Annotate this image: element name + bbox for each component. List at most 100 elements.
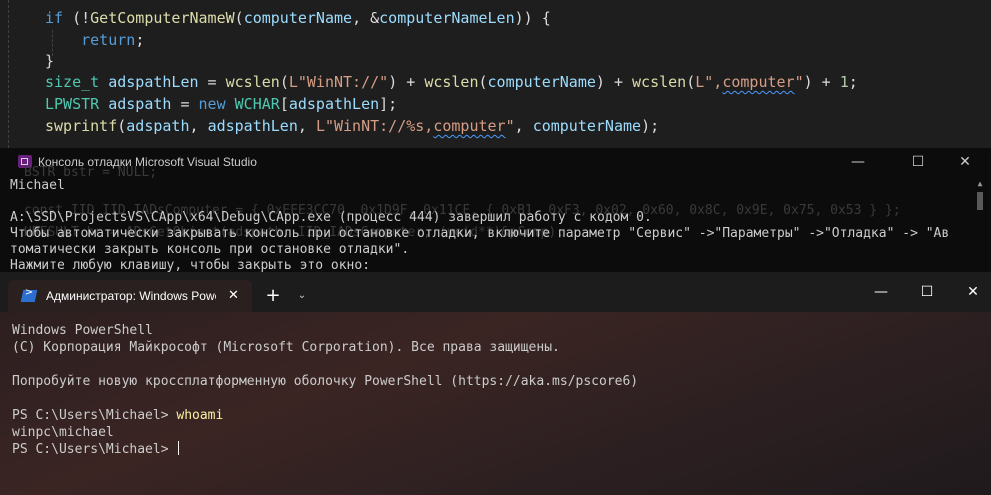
debug-close-button[interactable]: ✕ bbox=[942, 148, 988, 176]
terminal-line: PS C:\Users\Michael> whoami bbox=[12, 407, 223, 424]
console-line: A:\SSD\ProjectsVS\CApp\x64\Debug\CApp.ex… bbox=[10, 210, 652, 225]
code-token: ; bbox=[135, 31, 145, 49]
console-line: Чтобы автоматически закрывать консоль пр… bbox=[10, 226, 950, 241]
code-line: return; bbox=[45, 29, 144, 51]
code-token: wcslen bbox=[632, 73, 687, 91]
terminal-prompt: PS C:\Users\Michael> bbox=[12, 408, 177, 423]
code-token: , & bbox=[352, 9, 380, 27]
minimize-icon: — bbox=[874, 284, 888, 300]
code-token: ( bbox=[478, 73, 488, 91]
tab-close-button[interactable]: ✕ bbox=[228, 280, 239, 312]
powershell-icon bbox=[20, 290, 38, 302]
terminal-prompt: PS C:\Users\Michael> bbox=[12, 442, 177, 457]
code-token: wcslen bbox=[424, 73, 479, 91]
code-token: adspathLen bbox=[207, 117, 298, 135]
tab-dropdown-chevron-down-icon[interactable]: ⌄ bbox=[294, 280, 310, 312]
terminal-minimize-button[interactable]: — bbox=[856, 272, 906, 312]
code-editor[interactable]: if (!GetComputerNameW(computerName, &com… bbox=[0, 0, 991, 148]
code-token: L"WinNT://" bbox=[288, 73, 389, 91]
maximize-icon: ☐ bbox=[911, 154, 925, 170]
close-icon: ✕ bbox=[967, 284, 979, 300]
code-token: ) + bbox=[803, 73, 840, 91]
code-token: adspathLen bbox=[288, 95, 380, 113]
code-token: adspathLen bbox=[108, 73, 199, 91]
code-token: if bbox=[45, 9, 64, 27]
terminal-line: winpc\michael bbox=[12, 425, 114, 440]
new-tab-button[interactable]: + bbox=[262, 280, 284, 312]
close-icon: ✕ bbox=[959, 154, 971, 170]
code-token: , bbox=[297, 117, 316, 135]
code-token: GetComputerNameW bbox=[90, 9, 235, 27]
code-token: WCHAR bbox=[234, 95, 280, 113]
code-token: computerNameLen bbox=[379, 9, 515, 27]
maximize-icon: ☐ bbox=[920, 284, 934, 300]
code-token: computerName bbox=[243, 9, 353, 27]
code-token: swprintf bbox=[45, 117, 118, 135]
scrollbar-thumb[interactable] bbox=[977, 192, 983, 210]
terminal-line: PS C:\Users\Michael> bbox=[12, 441, 180, 458]
code-token: " bbox=[794, 73, 804, 91]
code-token: ); bbox=[641, 117, 660, 135]
code-token: ( bbox=[686, 73, 696, 91]
terminal-window[interactable]: Администратор: Windows PowerShell ✕ + ⌄ … bbox=[0, 272, 991, 495]
code-token: ) + bbox=[595, 73, 633, 91]
code-token: = bbox=[171, 95, 199, 113]
tab-title: Администратор: Windows PowerShell bbox=[46, 289, 216, 303]
terminal-tabbar[interactable]: Администратор: Windows PowerShell ✕ + ⌄ … bbox=[0, 272, 991, 312]
code-token: , bbox=[189, 117, 208, 135]
code-token: } bbox=[45, 52, 55, 70]
code-token: ( bbox=[234, 9, 244, 27]
debug-maximize-button[interactable]: ☐ bbox=[895, 148, 941, 176]
code-line: swprintf(adspath, adspathLen, L"WinNT://… bbox=[45, 115, 659, 137]
code-token: ; bbox=[848, 73, 858, 91]
code-line: if (!GetComputerNameW(computerName, &com… bbox=[45, 7, 551, 29]
code-token: adspath bbox=[126, 117, 190, 135]
gutter-guide bbox=[8, 0, 10, 148]
terminal-close-button[interactable]: ✕ bbox=[948, 272, 991, 312]
code-token: ) + bbox=[388, 73, 425, 91]
terminal-command: whoami bbox=[176, 408, 224, 423]
code-token: computer bbox=[722, 73, 795, 91]
code-token: = bbox=[198, 73, 226, 91]
code-token: (! bbox=[63, 9, 91, 27]
code-token: computerName bbox=[487, 73, 596, 91]
code-token: [ bbox=[279, 95, 289, 113]
code-token: )) { bbox=[514, 9, 551, 27]
code-token: " bbox=[505, 117, 515, 135]
console-line: томатически закрыть консоль при остановк… bbox=[10, 242, 410, 257]
code-token: wcslen bbox=[225, 73, 280, 91]
tab-powershell[interactable]: Администратор: Windows PowerShell ✕ bbox=[8, 280, 252, 312]
debug-scrollbar[interactable]: ▲ bbox=[975, 178, 985, 268]
console-line: Нажмите любую клавишу, чтобы закрыть это… bbox=[10, 258, 371, 272]
code-line: LPWSTR adspath = new WCHAR[adspathLen]; bbox=[45, 93, 397, 115]
terminal-maximize-button[interactable]: ☐ bbox=[902, 272, 952, 312]
code-line: size_t adspathLen = wcslen(L"WinNT://") … bbox=[45, 71, 858, 93]
code-token: ]; bbox=[379, 95, 398, 113]
code-token: L"WinNT://%s, bbox=[315, 117, 434, 135]
code-token: return bbox=[81, 31, 136, 49]
scroll-up-arrow-icon[interactable]: ▲ bbox=[975, 178, 985, 190]
terminal-line: Попробуйте новую кроссплатформенную обол… bbox=[12, 374, 639, 389]
code-token: computerName bbox=[532, 117, 642, 135]
code-token: size_t bbox=[45, 73, 100, 91]
code-line: } bbox=[45, 50, 54, 72]
debug-console-window[interactable]: Консоль отладки Microsoft Visual Studio … bbox=[0, 148, 991, 272]
text-cursor bbox=[178, 441, 180, 455]
code-token: L", bbox=[695, 73, 723, 91]
code-token: LPWSTR bbox=[45, 95, 100, 113]
code-token: ( bbox=[117, 117, 127, 135]
terminal-line: (C) Корпорация Майкрософт (Microsoft Cor… bbox=[12, 340, 560, 355]
code-token: computer bbox=[433, 117, 506, 135]
code-token: new bbox=[198, 95, 226, 113]
terminal-line: Windows PowerShell bbox=[12, 323, 153, 338]
code-token: 1 bbox=[839, 73, 849, 91]
code-token: adspath bbox=[108, 95, 172, 113]
console-line: Michael bbox=[10, 178, 65, 193]
minimize-icon: — bbox=[851, 154, 865, 170]
debug-minimize-button[interactable]: — bbox=[835, 148, 881, 176]
code-token: ( bbox=[279, 73, 289, 91]
